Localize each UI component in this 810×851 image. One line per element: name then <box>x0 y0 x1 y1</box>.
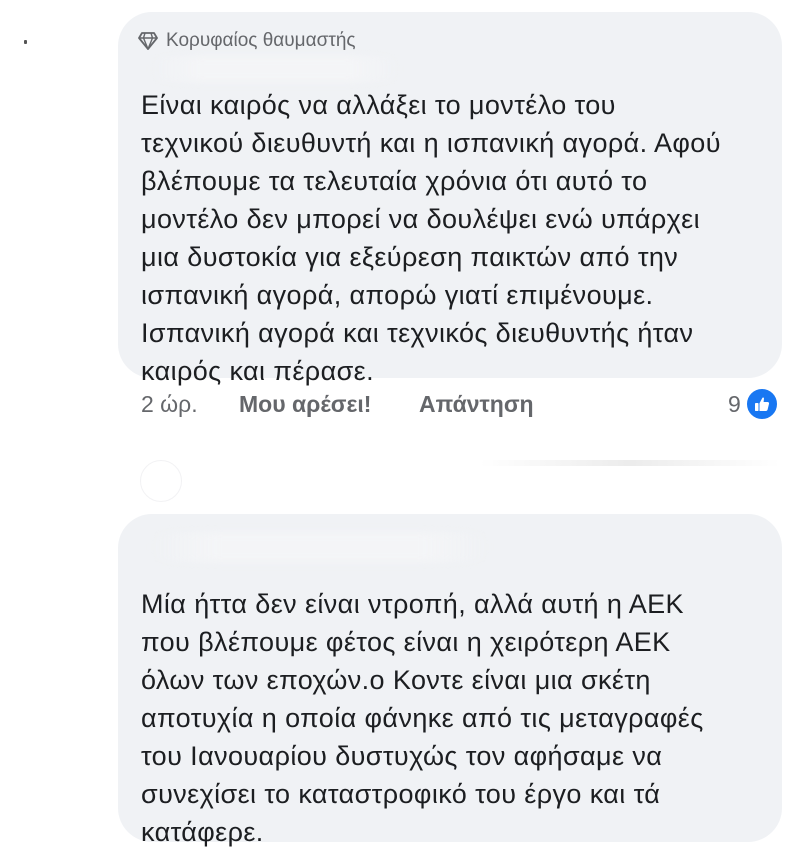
comment-line: κατάφερε. <box>141 817 264 847</box>
top-fan-badge[interactable]: Κορυφαίος θαυμαστής <box>138 28 356 54</box>
avatar <box>140 460 182 502</box>
comment-line: συνεχίσει το καταστροφικό του έργο και τ… <box>141 779 661 809</box>
stray-mark <box>24 40 27 44</box>
comment-line: ισπανική αγορά, απορώ γιατί επιμένουμε. <box>141 280 654 310</box>
obscured-reply-preview <box>130 440 790 502</box>
diamond-icon <box>138 32 158 50</box>
reaction-summary[interactable]: 9 <box>728 387 779 421</box>
comment-line: Είναι καιρός να αλλάξει το μοντέλο του <box>141 90 616 120</box>
comment-timestamp[interactable]: 2 ώρ. <box>141 391 239 418</box>
comment-line: μια δυστοκία για εξεύρεση παικτών από τη… <box>141 242 679 272</box>
comment-line: αποτυχία η οποία φάνηκε από τις μεταγραφ… <box>141 703 704 733</box>
comment-line: μοντέλο δεν μπορεί να δουλέψει ενώ υπάρχ… <box>141 204 701 234</box>
redacted-author-name <box>150 56 400 82</box>
reaction-count: 9 <box>728 390 741 417</box>
comment-body: Είναι καιρός να αλλάξει το μοντέλο του τ… <box>141 86 721 390</box>
like-button[interactable]: Μου αρέσει! <box>239 391 419 418</box>
obscured-text <box>480 460 780 466</box>
comment-actions: 2 ώρ. Μου αρέσει! Απάντηση <box>141 388 534 420</box>
comment-line: του Ιανουαρίου δυστυχώς τον αφήσαμε να <box>141 741 663 771</box>
redacted-author-name <box>150 532 490 562</box>
comment-line: Ισπανική αγορά και τεχνικός διευθυντής ή… <box>141 318 694 348</box>
badge-label: Κορυφαίος θαυμαστής <box>166 30 356 51</box>
comment-line: όλων των εποχών.ο Κοντε είναι μια σκέτη <box>141 665 651 695</box>
thumbs-up-icon <box>744 387 779 421</box>
comment-body: Μία ήττα δεν είναι ντροπή, αλλά αυτή η Α… <box>141 585 704 851</box>
comment-line: Μία ήττα δεν είναι ντροπή, αλλά αυτή η Α… <box>141 589 684 619</box>
comment-line: που βλέπουμε φέτος είναι η χειρότερη ΑΕΚ <box>141 627 671 657</box>
comment-line: καιρός και πέρασε. <box>141 356 374 386</box>
comment-line: βλέπουμε τα τελευταία χρόνια ότι αυτό το <box>141 166 648 196</box>
reply-button[interactable]: Απάντηση <box>419 391 534 418</box>
comment-line: τεχνικού διευθυντή και η ισπανική αγορά.… <box>141 128 721 158</box>
